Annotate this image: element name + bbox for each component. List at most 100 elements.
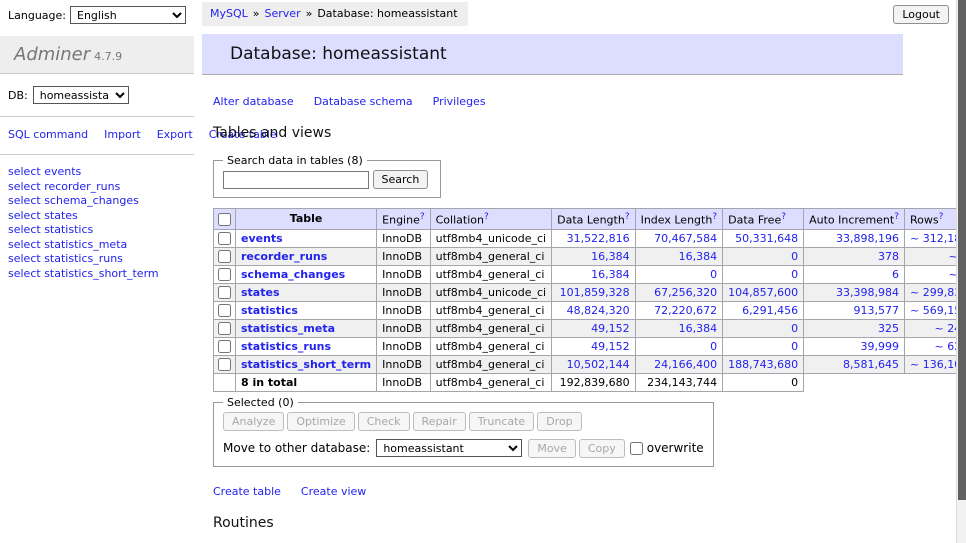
table-name-link[interactable]: events [241, 232, 283, 245]
index-length-link[interactable]: 70,467,584 [654, 232, 717, 245]
sidebar-table-name-link[interactable]: statistics [44, 223, 93, 236]
create-link[interactable]: Create view [301, 485, 366, 498]
data-free-link[interactable]: 0 [791, 250, 798, 263]
scrollbar-thumb[interactable] [958, 0, 966, 500]
sidebar-table-name-link[interactable]: statistics_runs [44, 252, 123, 265]
help-icon[interactable]: ? [420, 212, 425, 222]
row-checkbox[interactable] [218, 286, 231, 299]
selected-action-button[interactable]: Truncate [469, 412, 534, 431]
table-name-link[interactable]: statistics_runs [241, 340, 331, 353]
data-free-link[interactable]: 0 [791, 340, 798, 353]
move-copy-button[interactable]: Move [528, 439, 576, 458]
db-select[interactable]: homeassistant [33, 86, 129, 104]
table-name-link[interactable]: statistics_short_term [241, 358, 371, 371]
selected-action-button[interactable]: Drop [537, 412, 581, 431]
table-name-link[interactable]: recorder_runs [241, 250, 327, 263]
sidebar-table-name-link[interactable]: recorder_runs [44, 180, 120, 193]
data-free-link[interactable]: 0 [791, 322, 798, 335]
move-database-select[interactable]: homeassistant [376, 439, 522, 457]
select-table-link[interactable]: select [8, 194, 41, 207]
auto-increment-link[interactable]: 6 [892, 268, 899, 281]
index-length-link[interactable]: 16,384 [679, 322, 718, 335]
data-length-link[interactable]: 49,152 [591, 322, 630, 335]
data-free-link[interactable]: 0 [791, 268, 798, 281]
breadcrumb-item[interactable]: MySQL [210, 7, 248, 20]
sidebar-link[interactable]: Export [157, 128, 193, 141]
sidebar-table-name-link[interactable]: events [44, 165, 81, 178]
logout-button[interactable]: Logout [893, 5, 949, 24]
search-button[interactable]: Search [373, 170, 429, 189]
select-table-link[interactable]: select [8, 223, 41, 236]
row-checkbox[interactable] [218, 250, 231, 263]
auto-increment-link[interactable]: 325 [878, 322, 899, 335]
help-icon[interactable]: ? [712, 212, 717, 222]
data-free-link[interactable]: 50,331,648 [735, 232, 798, 245]
index-length-link[interactable]: 72,220,672 [654, 304, 717, 317]
auto-increment-link[interactable]: 8,581,645 [843, 358, 899, 371]
table-name-link[interactable]: states [241, 286, 280, 299]
data-length-link[interactable]: 16,384 [591, 268, 630, 281]
table-name-link[interactable]: statistics_meta [241, 322, 335, 335]
overwrite-checkbox[interactable] [630, 442, 643, 455]
data-length-link[interactable]: 10,502,144 [567, 358, 630, 371]
row-checkbox[interactable] [218, 358, 231, 371]
help-icon[interactable]: ? [625, 212, 630, 222]
select-table-link[interactable]: select [8, 165, 41, 178]
row-checkbox[interactable] [218, 340, 231, 353]
search-input[interactable] [223, 171, 369, 189]
selected-action-button[interactable]: Check [358, 412, 410, 431]
selected-action-button[interactable]: Repair [413, 412, 466, 431]
scrollbar-track[interactable] [956, 0, 966, 543]
row-checkbox[interactable] [218, 232, 231, 245]
selected-action-button[interactable]: Analyze [223, 412, 284, 431]
auto-increment-link[interactable]: 378 [878, 250, 899, 263]
index-length-link[interactable]: 67,256,320 [654, 286, 717, 299]
data-free-link[interactable]: 104,857,600 [728, 286, 798, 299]
select-all-checkbox[interactable] [218, 213, 231, 226]
row-checkbox[interactable] [218, 268, 231, 281]
select-table-link[interactable]: select [8, 180, 41, 193]
row-checkbox[interactable] [218, 304, 231, 317]
data-length-link[interactable]: 31,522,816 [567, 232, 630, 245]
sidebar-table-name-link[interactable]: statistics_short_term [44, 267, 158, 280]
row-checkbox[interactable] [218, 322, 231, 335]
auto-increment-link[interactable]: 39,999 [861, 340, 900, 353]
table-name-link[interactable]: schema_changes [241, 268, 345, 281]
auto-increment-link[interactable]: 33,398,984 [836, 286, 899, 299]
help-icon[interactable]: ? [484, 212, 489, 222]
sidebar-link[interactable]: Import [104, 128, 141, 141]
database-action-link[interactable]: Database schema [314, 95, 413, 108]
select-table-link[interactable]: select [8, 238, 41, 251]
select-table-link[interactable]: select [8, 267, 41, 280]
data-length-link[interactable]: 49,152 [591, 340, 630, 353]
index-length-link[interactable]: 24,166,400 [654, 358, 717, 371]
auto-increment-link[interactable]: 913,577 [854, 304, 900, 317]
index-length-link[interactable]: 0 [710, 268, 717, 281]
data-length-link[interactable]: 16,384 [591, 250, 630, 263]
sidebar-table-name-link[interactable]: schema_changes [44, 194, 139, 207]
sidebar-link[interactable]: SQL command [8, 128, 88, 141]
index-length-link[interactable]: 0 [710, 340, 717, 353]
sidebar-table-list: select eventsselect recorder_runsselect … [0, 155, 194, 293]
database-action-link[interactable]: Privileges [433, 95, 486, 108]
data-length-link[interactable]: 48,824,320 [567, 304, 630, 317]
auto-increment-link[interactable]: 33,898,196 [836, 232, 899, 245]
breadcrumb-item[interactable]: Server [265, 7, 301, 20]
table-name-link[interactable]: statistics [241, 304, 298, 317]
help-icon[interactable]: ? [939, 212, 944, 222]
language-select[interactable]: English [70, 6, 186, 24]
help-icon[interactable]: ? [894, 212, 899, 222]
sidebar-table-name-link[interactable]: states [44, 209, 78, 222]
selected-action-button[interactable]: Optimize [287, 412, 354, 431]
data-free-link[interactable]: 6,291,456 [742, 304, 798, 317]
help-icon[interactable]: ? [781, 212, 786, 222]
data-free-link[interactable]: 188,743,680 [728, 358, 798, 371]
sidebar-table-name-link[interactable]: statistics_meta [44, 238, 127, 251]
select-table-link[interactable]: select [8, 209, 41, 222]
move-copy-button[interactable]: Copy [579, 439, 625, 458]
select-table-link[interactable]: select [8, 252, 41, 265]
index-length-link[interactable]: 16,384 [679, 250, 718, 263]
data-length-link[interactable]: 101,859,328 [560, 286, 630, 299]
create-link[interactable]: Create table [213, 485, 281, 498]
database-action-link[interactable]: Alter database [213, 95, 294, 108]
